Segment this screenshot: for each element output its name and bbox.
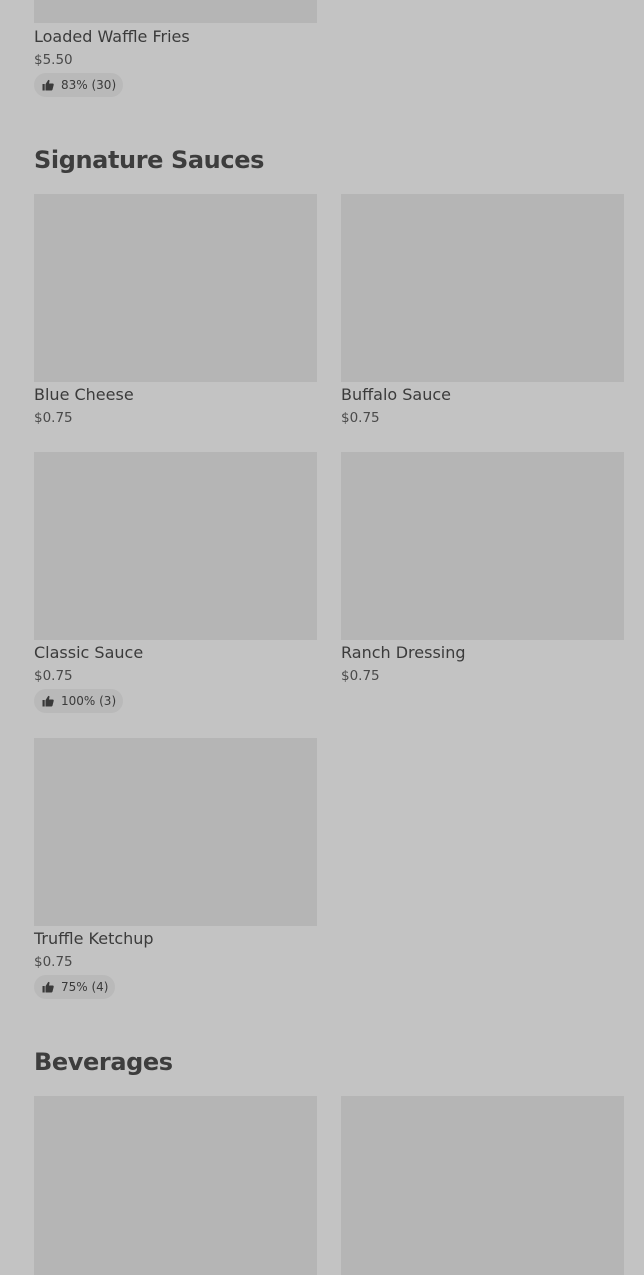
thumbs-up-icon xyxy=(42,79,54,91)
menu-item-price: $5.50 xyxy=(34,52,73,68)
menu-item-image[interactable] xyxy=(341,452,624,640)
thumbs-up-icon xyxy=(42,981,54,993)
menu-item-name[interactable]: Ranch Dressing xyxy=(341,643,466,662)
menu-item-price: $0.75 xyxy=(341,410,380,426)
menu-item-name[interactable]: Loaded Waffle Fries xyxy=(34,27,190,46)
menu-item-image[interactable] xyxy=(34,194,317,382)
rating-text: 83% (30) xyxy=(61,78,117,92)
rating-text: 75% (4) xyxy=(61,980,109,994)
menu-item-name[interactable]: Buffalo Sauce xyxy=(341,385,451,404)
rating-badge: 75% (4) xyxy=(34,975,115,999)
menu-item-image[interactable] xyxy=(34,1096,317,1275)
menu-item-price: $0.75 xyxy=(34,410,73,426)
menu-item-image[interactable] xyxy=(34,738,317,926)
menu-item-image[interactable] xyxy=(341,1096,624,1275)
menu-item-price: $0.75 xyxy=(341,668,380,684)
menu-item-image[interactable] xyxy=(341,194,624,382)
section-title-signature-sauces: Signature Sauces xyxy=(34,146,264,174)
section-title-beverages: Beverages xyxy=(34,1048,173,1076)
menu-item-image[interactable] xyxy=(34,0,317,23)
menu-item-name[interactable]: Truffle Ketchup xyxy=(34,929,154,948)
rating-text: 100% (3) xyxy=(61,694,117,708)
rating-badge: 83% (30) xyxy=(34,73,123,97)
menu-item-price: $0.75 xyxy=(34,668,73,684)
menu-item-image[interactable] xyxy=(34,452,317,640)
menu-item-name[interactable]: Classic Sauce xyxy=(34,643,143,662)
menu-item-price: $0.75 xyxy=(34,954,73,970)
rating-badge: 100% (3) xyxy=(34,689,123,713)
thumbs-up-icon xyxy=(42,695,54,707)
menu-item-name[interactable]: Blue Cheese xyxy=(34,385,134,404)
